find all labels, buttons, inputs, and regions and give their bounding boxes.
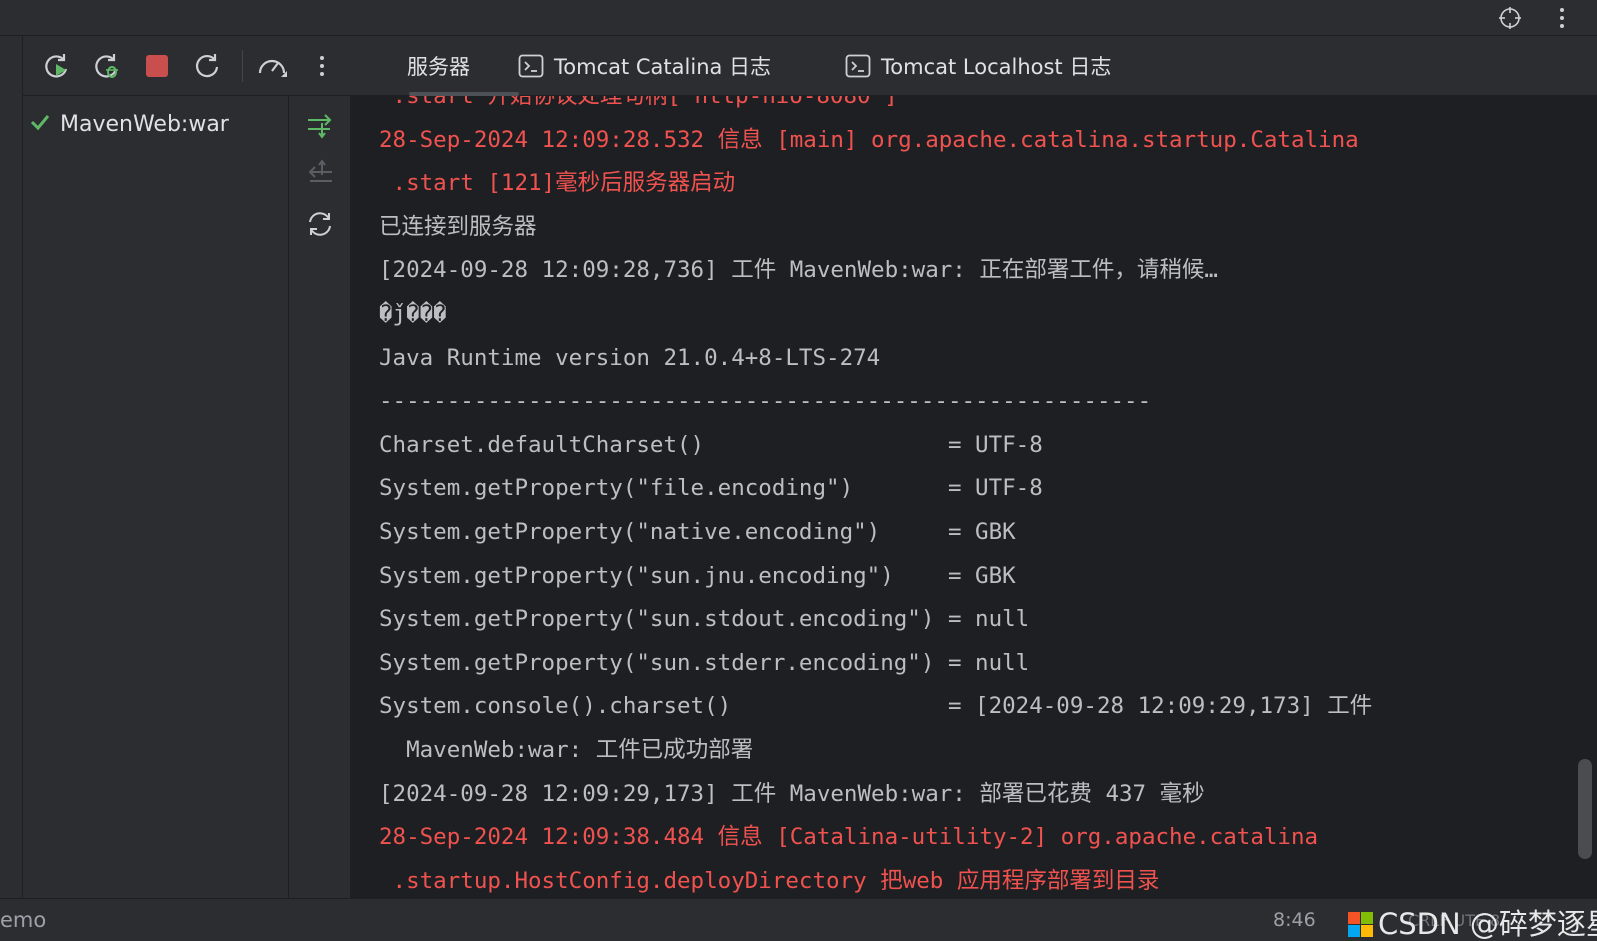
deployment-actions	[289, 96, 351, 898]
toolbar-separator	[242, 50, 243, 82]
vertical-scrollbar[interactable]	[1578, 759, 1592, 859]
console-line: 已连接到服务器	[379, 213, 537, 240]
profiler-icon	[258, 59, 287, 77]
console-line: 28-Sep-2024 12:09:28.532 信息 [main] org.a…	[379, 126, 1359, 153]
console-line: System.getProperty("native.encoding") = …	[379, 518, 1016, 545]
cursor-position[interactable]: 8:46	[1273, 909, 1316, 931]
project-name[interactable]: emo	[0, 908, 46, 932]
tree-item-label: MavenWeb:war	[60, 111, 229, 137]
more-vertical-icon[interactable]	[1550, 6, 1574, 30]
tab-server[interactable]: 服务器	[407, 36, 470, 96]
tab-label: Tomcat Catalina 日志	[554, 55, 772, 79]
crosshair-icon[interactable]	[1498, 6, 1522, 30]
console-line: System.getProperty("sun.stderr.encoding"…	[379, 649, 1030, 676]
undeploy-icon	[308, 159, 332, 182]
console-line: System.getProperty("sun.stdout.encoding"…	[379, 606, 1030, 633]
check-icon	[29, 111, 51, 137]
console-line: ----------------------------------------…	[379, 388, 1152, 415]
windows-logo-icon	[1348, 912, 1374, 938]
profiler-button[interactable]	[256, 50, 288, 82]
more-actions-button[interactable]	[306, 50, 338, 82]
deploy-button[interactable]	[302, 106, 338, 142]
console-line: MavenWeb:war: 工件已成功部署	[379, 736, 754, 763]
stop-button[interactable]	[141, 50, 173, 82]
status-bar: emo 8:46 CRLF UTF-8 CSDN @碎梦逐星	[0, 898, 1597, 941]
console-line: [2024-09-28 12:09:28,736] 工件 MavenWeb:wa…	[379, 257, 1218, 284]
terminal-icon	[518, 54, 544, 78]
csdn-watermark: CSDN @碎梦逐星	[1378, 907, 1597, 941]
rerun-button[interactable]	[41, 50, 73, 82]
refresh-button[interactable]	[302, 206, 338, 242]
rerun-debug-icon	[95, 54, 118, 78]
tree-item-mavenweb-war[interactable]: MavenWeb:war	[23, 106, 289, 142]
console-line: .startup.HostConfig.deployDirectory 把web…	[379, 867, 1160, 894]
deploy-icon	[308, 114, 332, 139]
console-line: System.console().charset() = [2024-09-28…	[379, 693, 1373, 720]
rerun-icon	[45, 54, 68, 78]
console-line: Charset.defaultCharset() = UTF-8	[379, 431, 1043, 458]
more-vertical-icon	[320, 56, 324, 76]
console-line: .start [121]毫秒后服务器启动	[379, 170, 736, 197]
rerun-debug-button[interactable]	[91, 50, 123, 82]
console-line: Java Runtime version 21.0.4+8-LTS-274	[379, 344, 881, 371]
console-line: �ǰ���	[379, 300, 447, 327]
tab-localhost-log[interactable]: Tomcat Localhost 日志	[845, 36, 1111, 96]
console-lines: .start 开始协议处理句柄["http-nio-8080"] 28-Sep-2…	[379, 96, 1559, 898]
tab-label: 服务器	[407, 55, 470, 79]
console-line: System.getProperty("file.encoding") = UT…	[379, 475, 1043, 502]
services-toolbar: 服务器 Tomcat Catalina 日志 Tomcat Localhost …	[23, 36, 1597, 96]
console-line: .start 开始协议处理句柄["http-nio-8080"]	[379, 96, 898, 109]
console-output[interactable]: .start 开始协议处理句柄["http-nio-8080"] 28-Sep-2…	[352, 96, 1597, 898]
left-tool-strip	[0, 36, 23, 898]
undeploy-button[interactable]	[302, 156, 338, 192]
console-line: System.getProperty("sun.jnu.encoding") =…	[379, 562, 1016, 589]
console-line: 28-Sep-2024 12:09:38.484 信息 [Catalina-ut…	[379, 824, 1319, 851]
stop-icon	[146, 55, 168, 77]
services-tree: MavenWeb:war	[23, 96, 289, 898]
tab-catalina-log[interactable]: Tomcat Catalina 日志	[518, 36, 771, 96]
tab-label: Tomcat Localhost 日志	[881, 55, 1112, 79]
terminal-icon	[845, 54, 871, 78]
title-bar	[0, 0, 1597, 36]
restart-icon	[195, 54, 219, 78]
console-line: [2024-09-28 12:09:29,173] 工件 MavenWeb:wa…	[379, 780, 1205, 807]
refresh-icon	[309, 212, 331, 236]
restart-button[interactable]	[191, 50, 223, 82]
